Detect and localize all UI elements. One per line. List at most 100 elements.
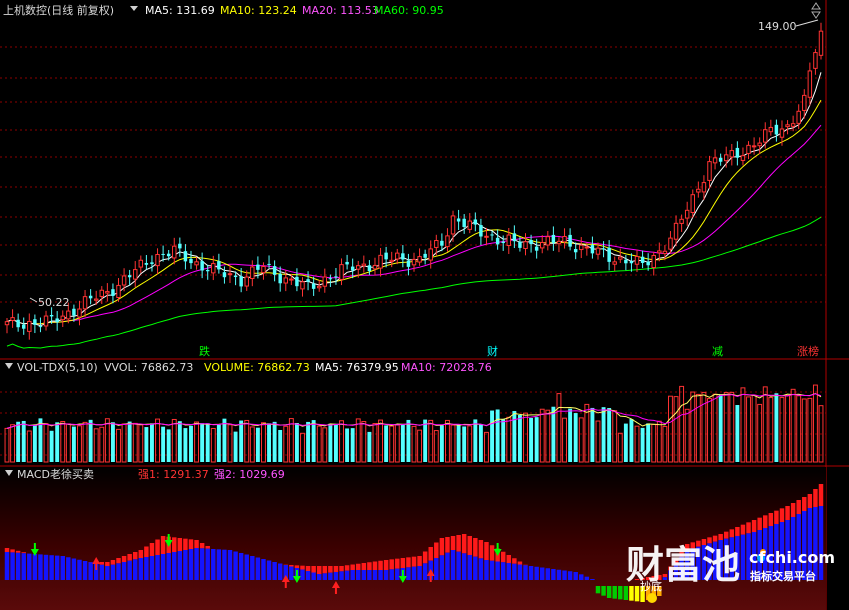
volume-bar-down[interactable] xyxy=(267,423,271,462)
candle-body-down[interactable] xyxy=(306,279,310,282)
candle-body-up[interactable] xyxy=(289,278,294,281)
candle-body-up[interactable] xyxy=(300,281,305,290)
settings-icon[interactable] xyxy=(811,2,821,19)
volume-bar-up[interactable] xyxy=(4,427,10,463)
volume-bar-up[interactable] xyxy=(539,408,545,463)
candle-body-down[interactable] xyxy=(38,326,43,328)
candle-body-down[interactable] xyxy=(217,261,221,270)
candle-body-up[interactable] xyxy=(540,242,545,249)
volume-bar-up[interactable] xyxy=(746,396,751,463)
candle-body-down[interactable] xyxy=(328,278,333,280)
volume-bar-up[interactable] xyxy=(82,421,88,463)
candle-body-up[interactable] xyxy=(283,277,288,284)
volume-bar-up[interactable] xyxy=(785,394,790,463)
candle-body-up[interactable] xyxy=(657,250,662,254)
volume-panel[interactable] xyxy=(4,384,824,463)
volume-bar-up[interactable] xyxy=(283,425,289,463)
volume-bar-up[interactable] xyxy=(171,418,177,463)
volume-bar-up[interactable] xyxy=(790,388,796,463)
volume-bar-down[interactable] xyxy=(551,406,556,462)
volume-bar-up[interactable] xyxy=(394,424,400,463)
volume-bar-down[interactable] xyxy=(32,425,37,462)
candle-body-down[interactable] xyxy=(573,249,578,253)
volume-bar-up[interactable] xyxy=(261,422,266,463)
candle-body-up[interactable] xyxy=(556,240,562,245)
candle-body-up[interactable] xyxy=(445,235,450,248)
volume-bar-up[interactable] xyxy=(740,387,746,463)
volume-bar-up[interactable] xyxy=(595,420,601,463)
volume-bar-up[interactable] xyxy=(684,408,690,463)
candle-body-down[interactable] xyxy=(406,260,411,267)
volume-bar-up[interactable] xyxy=(411,425,417,463)
volume-bar-up[interactable] xyxy=(467,425,473,463)
candle-body-up[interactable] xyxy=(684,209,690,219)
candle-body-up[interactable] xyxy=(668,237,673,250)
candle-body-down[interactable] xyxy=(88,295,93,299)
candle-body-up[interactable] xyxy=(411,258,417,266)
volume-bar-down[interactable] xyxy=(439,425,444,462)
candle-body-up[interactable] xyxy=(712,157,718,164)
volume-bar-up[interactable] xyxy=(65,423,71,463)
volume-bar-down[interactable] xyxy=(161,426,166,462)
candle-body-up[interactable] xyxy=(484,235,489,238)
candle-body-up[interactable] xyxy=(751,145,757,148)
candle-body-down[interactable] xyxy=(495,237,500,245)
candle-body-down[interactable] xyxy=(490,234,494,236)
candle-body-up[interactable] xyxy=(618,256,623,260)
macd-panel[interactable] xyxy=(0,467,826,610)
candle-body-up[interactable] xyxy=(802,94,807,111)
candle-body-down[interactable] xyxy=(401,253,405,260)
candle-body-up[interactable] xyxy=(316,285,322,289)
candle-body-down[interactable] xyxy=(33,319,37,325)
candle-body-down[interactable] xyxy=(311,283,316,289)
price-panel[interactable] xyxy=(4,22,824,349)
volume-bar-up[interactable] xyxy=(372,423,378,463)
candle-body-down[interactable] xyxy=(150,262,154,264)
volume-bar-up[interactable] xyxy=(729,391,735,463)
volume-bar-down[interactable] xyxy=(478,424,483,462)
candle-body-up[interactable] xyxy=(796,110,801,124)
candle-body-up[interactable] xyxy=(818,30,824,56)
candle-body-down[interactable] xyxy=(256,264,260,270)
volume-bar-up[interactable] xyxy=(656,420,662,463)
candle-body-up[interactable] xyxy=(467,220,472,230)
volume-bar-up[interactable] xyxy=(668,395,673,463)
volume-bar-down[interactable] xyxy=(311,420,316,462)
candle-body-up[interactable] xyxy=(651,254,656,269)
volume-bar-up[interactable] xyxy=(99,426,105,463)
volume-bar-down[interactable] xyxy=(456,424,461,462)
volume-bar-up[interactable] xyxy=(807,397,813,463)
volume-bar-up[interactable] xyxy=(796,395,802,463)
candle-body-down[interactable] xyxy=(16,319,20,328)
candle-body-up[interactable] xyxy=(746,144,751,154)
volume-bar-down[interactable] xyxy=(205,423,210,462)
candle-body-up[interactable] xyxy=(634,256,640,265)
volume-bar-up[interactable] xyxy=(445,419,450,463)
candle-body-down[interactable] xyxy=(473,219,478,225)
volume-bar-down[interactable] xyxy=(517,415,522,462)
volume-bar-up[interactable] xyxy=(378,419,383,463)
volume-bar-down[interactable] xyxy=(462,426,467,462)
candle-body-up[interactable] xyxy=(116,284,121,298)
candle-body-down[interactable] xyxy=(501,241,505,244)
volume-bar-up[interactable] xyxy=(450,424,456,463)
candle-body-down[interactable] xyxy=(640,256,645,263)
candle-body-down[interactable] xyxy=(183,251,188,262)
volume-bar-up[interactable] xyxy=(155,418,160,463)
candle-body-up[interactable] xyxy=(138,259,144,268)
candle-body-up[interactable] xyxy=(595,247,601,255)
volume-bar-down[interactable] xyxy=(406,419,411,462)
volume-bar-down[interactable] xyxy=(150,423,154,462)
candle-body-up[interactable] xyxy=(428,248,433,261)
candle-body-up[interactable] xyxy=(99,289,105,297)
candle-body-down[interactable] xyxy=(479,225,483,237)
candle-body-down[interactable] xyxy=(590,245,595,254)
candle-body-up[interactable] xyxy=(790,123,796,127)
candle-body-down[interactable] xyxy=(55,318,59,323)
volume-bar-down[interactable] xyxy=(646,423,651,462)
volume-bar-down[interactable] xyxy=(333,423,338,462)
candle-body-down[interactable] xyxy=(267,263,271,265)
volume-bar-down[interactable] xyxy=(200,423,205,462)
candle-body-up[interactable] xyxy=(4,321,10,326)
candle-body-up[interactable] xyxy=(807,70,813,98)
